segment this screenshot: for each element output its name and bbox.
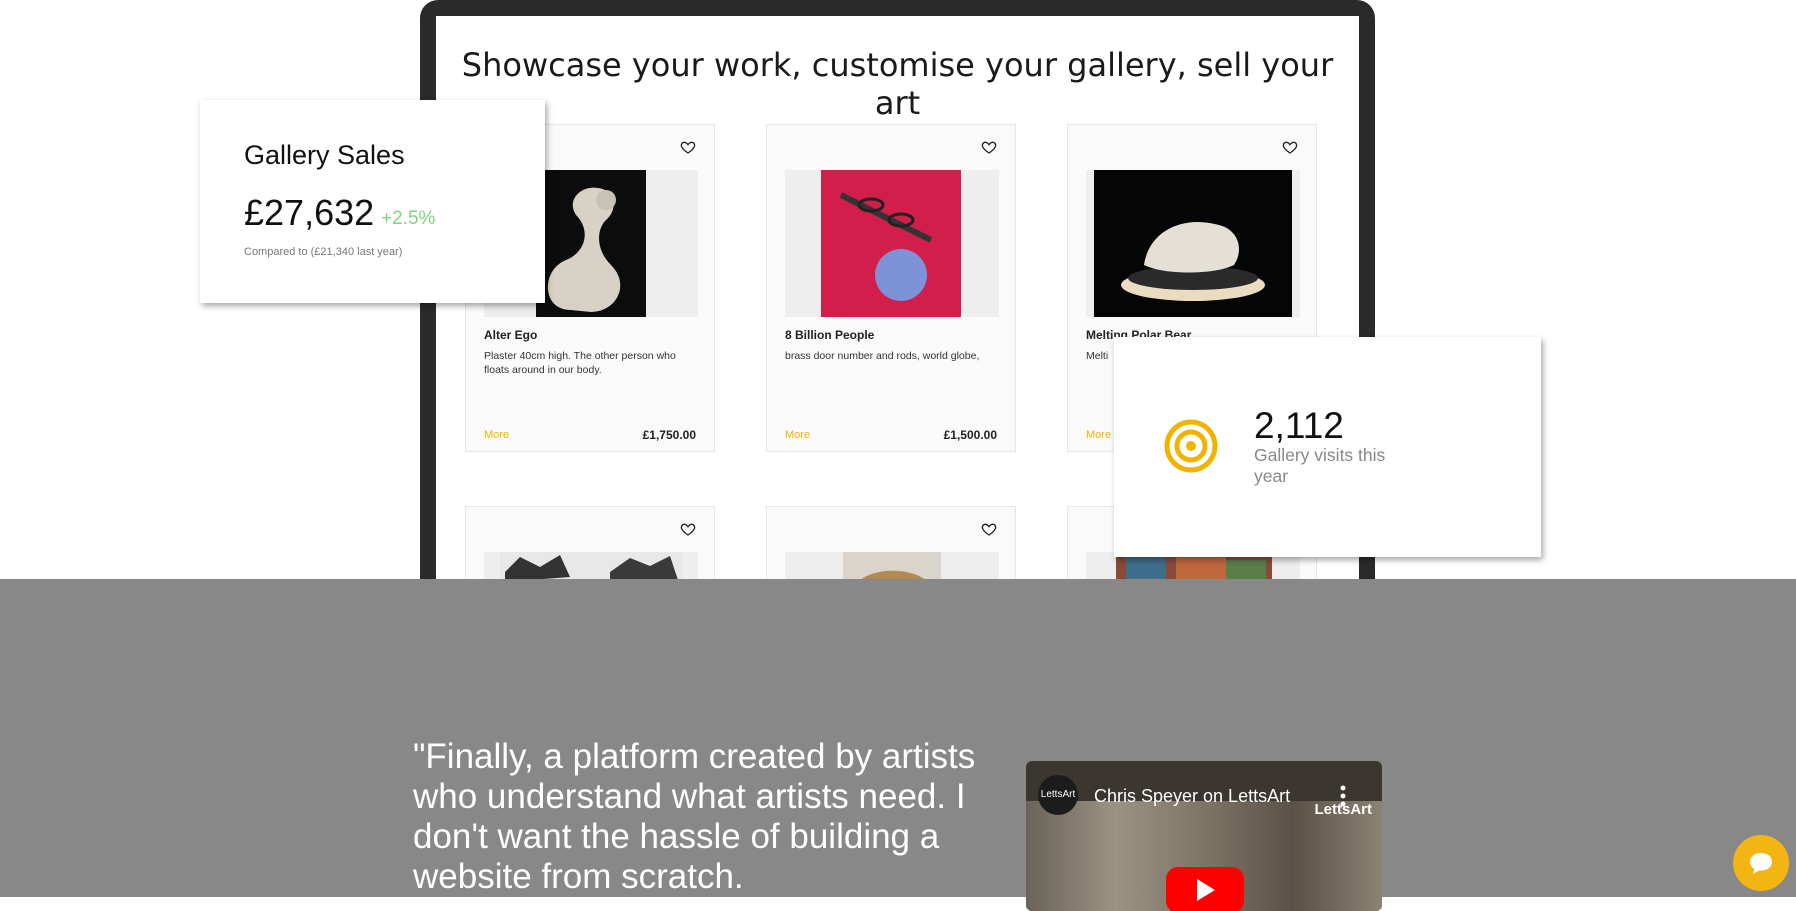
heart-icon[interactable] (981, 139, 997, 155)
sales-change: +2.5% (381, 208, 436, 229)
more-link[interactable]: More (1086, 429, 1111, 441)
artwork-card[interactable]: 8 Billion People brass door number and r… (766, 124, 1016, 452)
channel-avatar[interactable]: LettsArt (1038, 775, 1078, 815)
more-link[interactable]: More (785, 429, 810, 441)
sales-amount: £27,632 (244, 192, 375, 233)
artwork-price: £1,500.00 (943, 428, 997, 442)
play-icon[interactable] (1166, 867, 1244, 911)
more-link[interactable]: More (484, 429, 509, 441)
heart-icon[interactable] (1282, 139, 1298, 155)
visits-label: Gallery visits this year (1254, 445, 1386, 486)
heart-icon[interactable] (680, 139, 696, 155)
heart-icon[interactable] (680, 521, 696, 537)
gallery-visits-card: 2,112 Gallery visits this year (1114, 337, 1541, 557)
artwork-image[interactable] (484, 552, 698, 579)
artwork-card[interactable] (766, 506, 1016, 579)
video-title[interactable]: Chris Speyer on LettsArt (1094, 786, 1290, 807)
artwork-image[interactable] (785, 170, 999, 317)
sculpture-image (843, 552, 941, 579)
artwork-title[interactable]: 8 Billion People (785, 328, 874, 342)
showcase-title: Showcase your work, customise your galle… (461, 46, 1334, 122)
artwork-image[interactable] (785, 552, 999, 579)
sales-title: Gallery Sales (244, 140, 405, 170)
video-embed[interactable]: LettsArt Chris Speyer on LettsArt LettsA… (1026, 761, 1382, 911)
testimonial-quote: "Finally, a platform created by artists … (413, 737, 976, 896)
artwork-card[interactable] (465, 506, 715, 579)
artwork-title[interactable]: Alter Ego (484, 328, 537, 342)
chat-bubble-icon (1750, 853, 1772, 874)
sculpture-image (500, 552, 682, 579)
video-watermark: LettsArt (1314, 801, 1372, 818)
sculpture-image (536, 170, 646, 317)
sales-comparison: Compared to (£21,340 last year) (244, 246, 403, 258)
artwork-price: £1,750.00 (642, 428, 696, 442)
chat-button[interactable] (1733, 835, 1789, 891)
artwork-description: brass door number and rods, world globe, (785, 350, 980, 362)
heart-icon[interactable] (981, 521, 997, 537)
artwork-description: Plaster 40cm high. The other person who … (484, 350, 676, 376)
artwork-image[interactable] (1086, 170, 1300, 317)
hero-section: Showcase your work, customise your galle… (0, 0, 1796, 579)
visits-count: 2,112 (1254, 405, 1344, 446)
target-icon (1164, 419, 1218, 473)
sculpture-image (1094, 170, 1292, 317)
sculpture-image (821, 170, 961, 317)
gallery-sales-card: Gallery Sales £27,632 +2.5% Compared to … (200, 100, 545, 303)
testimonial-section: "Finally, a platform created by artists … (0, 579, 1796, 897)
